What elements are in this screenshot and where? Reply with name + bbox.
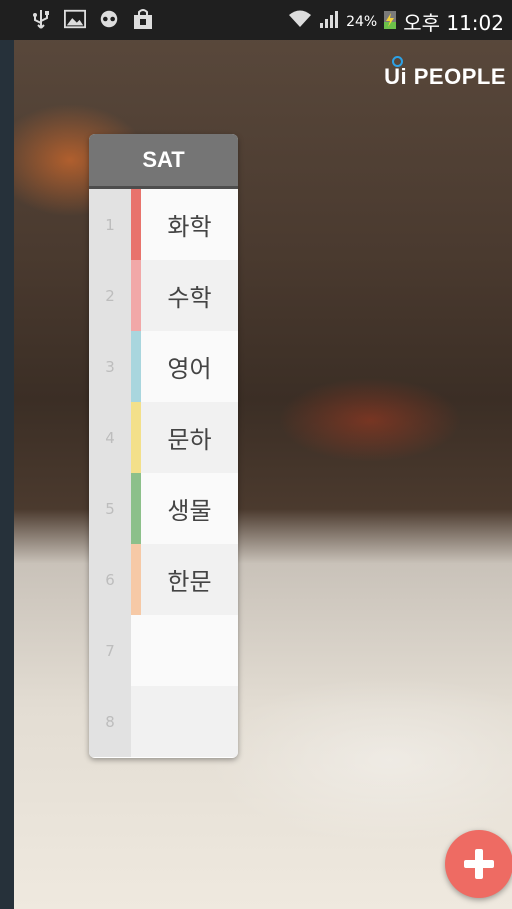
period-number: 8 <box>89 686 131 757</box>
clock: 오후 11:02 <box>403 11 504 35</box>
period-row[interactable]: 4 문하 <box>89 402 238 473</box>
period-row[interactable]: 1 화학 <box>89 189 238 260</box>
period-row[interactable]: 2 수학 <box>89 260 238 331</box>
usb-icon <box>30 8 52 30</box>
subject-color-bar <box>131 189 141 260</box>
period-number: 2 <box>89 260 131 331</box>
timetable-card: SAT 1 화학 2 수학 3 영어 4 문하 5 생물 6 한문 7 8 <box>89 134 238 758</box>
brand-logo-text: Ui PEOPLE <box>384 64 506 89</box>
day-header[interactable]: SAT <box>89 134 238 189</box>
period-row[interactable]: 8 <box>89 686 238 757</box>
period-row[interactable]: 3 영어 <box>89 331 238 402</box>
battery-percent: 24% <box>346 13 378 30</box>
subject-color-bar <box>131 473 141 544</box>
subject-color-bar <box>131 402 141 473</box>
subject-color-bar <box>131 615 141 686</box>
period-number: 3 <box>89 331 131 402</box>
battery-charging-icon <box>383 8 397 35</box>
subject-label: 문하 <box>141 402 238 473</box>
period-row[interactable]: 6 한문 <box>89 544 238 615</box>
plus-icon <box>464 849 494 879</box>
subject-label: 생물 <box>141 473 238 544</box>
subject-color-bar <box>131 260 141 331</box>
status-right: 24% 오후 11:02 <box>288 7 504 36</box>
subject-label: 수학 <box>141 260 238 331</box>
subject-color-bar <box>131 331 141 402</box>
image-icon <box>64 8 86 30</box>
brand-logo: Ui PEOPLE <box>384 56 506 90</box>
subject-label: 영어 <box>141 331 238 402</box>
period-number: 6 <box>89 544 131 615</box>
app-screen: 24% 오후 11:02 Ui PEOPLE SAT 1 화학 2 수학 3 영어 4 문하 5… <box>0 0 512 909</box>
period-number: 7 <box>89 615 131 686</box>
status-left-icons <box>30 8 154 30</box>
subject-label: 화학 <box>141 189 238 260</box>
add-button[interactable] <box>445 830 512 898</box>
subject-color-bar <box>131 544 141 615</box>
signal-icon <box>318 9 340 34</box>
subject-label <box>141 615 238 686</box>
notification-icon <box>98 8 120 30</box>
period-row[interactable]: 5 생물 <box>89 473 238 544</box>
period-list: 1 화학 2 수학 3 영어 4 문하 5 생물 6 한문 7 8 <box>89 189 238 757</box>
subject-label: 한문 <box>141 544 238 615</box>
wifi-icon <box>288 9 312 34</box>
subject-label <box>141 686 238 757</box>
bag-icon <box>132 8 154 30</box>
period-number: 5 <box>89 473 131 544</box>
left-edge <box>0 40 14 909</box>
status-bar: 24% 오후 11:02 <box>0 0 512 40</box>
period-number: 1 <box>89 189 131 260</box>
period-number: 4 <box>89 402 131 473</box>
period-row[interactable]: 7 <box>89 615 238 686</box>
subject-color-bar <box>131 686 141 757</box>
